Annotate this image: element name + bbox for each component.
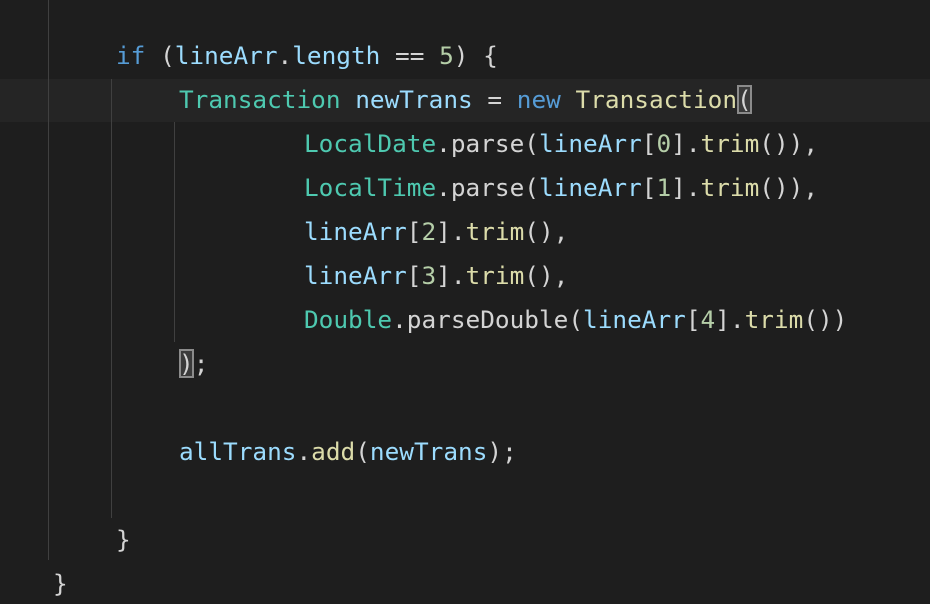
code-token: trim bbox=[465, 217, 525, 246]
code-token: trim bbox=[700, 173, 760, 202]
code-token: = bbox=[472, 85, 517, 114]
code-token: ()) bbox=[803, 305, 848, 334]
code-line[interactable]: lineArr[3].trim(), bbox=[304, 256, 568, 296]
code-token: .parseDouble( bbox=[392, 305, 584, 334]
code-token: (), bbox=[524, 261, 569, 290]
code-token: .parse( bbox=[436, 173, 539, 202]
code-token: == bbox=[380, 41, 440, 70]
code-token: Transaction bbox=[575, 85, 738, 114]
code-line[interactable]: LocalDate.parse(lineArr[0].trim()), bbox=[304, 124, 818, 164]
code-line[interactable]: lineArr[2].trim(), bbox=[304, 212, 568, 252]
code-token: ()), bbox=[759, 129, 819, 158]
code-token: . bbox=[296, 437, 312, 466]
code-token: 4 bbox=[700, 305, 716, 334]
indent-guide bbox=[174, 122, 175, 342]
code-token: ()), bbox=[759, 173, 819, 202]
code-token: ]. bbox=[715, 305, 745, 334]
code-token: ( bbox=[160, 41, 175, 70]
code-token: (), bbox=[524, 217, 569, 246]
code-token: LocalDate bbox=[304, 129, 437, 158]
code-token: . bbox=[277, 41, 293, 70]
code-token: 5 bbox=[439, 41, 454, 70]
code-token: new bbox=[516, 85, 561, 114]
code-token: lineArr bbox=[304, 261, 407, 290]
code-token: newTrans bbox=[369, 437, 488, 466]
code-line[interactable]: Transaction newTrans = new Transaction( bbox=[179, 80, 752, 120]
code-token: length bbox=[292, 41, 381, 70]
code-token: ( bbox=[355, 437, 370, 466]
code-token: ]. bbox=[436, 261, 466, 290]
code-token: 1 bbox=[656, 173, 672, 202]
code-editor[interactable]: if (lineArr.length == 5) { Transaction n… bbox=[0, 0, 930, 604]
code-token: add bbox=[311, 437, 356, 466]
code-line[interactable]: LocalTime.parse(lineArr[1].trim()), bbox=[304, 168, 818, 208]
code-token: ); bbox=[487, 437, 517, 466]
code-token: allTrans bbox=[179, 437, 297, 466]
code-token: [ bbox=[406, 217, 422, 246]
code-token: trim bbox=[465, 261, 525, 290]
code-token: LocalTime bbox=[304, 173, 437, 202]
code-token: lineArr bbox=[538, 129, 642, 158]
code-token: ]. bbox=[436, 217, 466, 246]
code-token: ) { bbox=[453, 41, 498, 70]
code-line[interactable]: allTrans.add(newTrans); bbox=[179, 432, 517, 472]
code-token: lineArr bbox=[583, 305, 686, 334]
code-token: ]. bbox=[671, 173, 701, 202]
code-token: lineArr bbox=[538, 173, 642, 202]
indent-guide bbox=[48, 0, 49, 560]
code-token: trim bbox=[744, 305, 804, 334]
code-token: [ bbox=[685, 305, 701, 334]
code-token: Transaction bbox=[179, 85, 341, 114]
code-token: 0 bbox=[656, 129, 672, 158]
code-line[interactable]: } bbox=[53, 564, 68, 604]
code-token: lineArr bbox=[174, 41, 278, 70]
code-line[interactable]: ); bbox=[179, 344, 208, 384]
code-line[interactable]: } bbox=[116, 520, 131, 560]
code-token: 2 bbox=[421, 217, 437, 246]
indent-guide bbox=[111, 79, 112, 518]
code-token: ]. bbox=[671, 129, 701, 158]
code-token: } bbox=[53, 569, 68, 598]
code-token: .parse( bbox=[436, 129, 539, 158]
code-token: if bbox=[116, 41, 146, 70]
matched-bracket: ( bbox=[737, 85, 752, 114]
code-token: } bbox=[116, 525, 131, 554]
matched-bracket: ) bbox=[179, 349, 194, 378]
code-token: [ bbox=[641, 173, 657, 202]
code-token: [ bbox=[406, 261, 422, 290]
code-line[interactable]: if (lineArr.length == 5) { bbox=[116, 36, 498, 76]
code-line[interactable]: Double.parseDouble(lineArr[4].trim()) bbox=[304, 300, 847, 340]
code-token: [ bbox=[641, 129, 657, 158]
code-token: lineArr bbox=[304, 217, 407, 246]
code-token: newTrans bbox=[355, 85, 473, 114]
code-token: trim bbox=[700, 129, 760, 158]
code-token: ; bbox=[193, 349, 209, 378]
code-token: Double bbox=[304, 305, 393, 334]
code-token: 3 bbox=[421, 261, 437, 290]
